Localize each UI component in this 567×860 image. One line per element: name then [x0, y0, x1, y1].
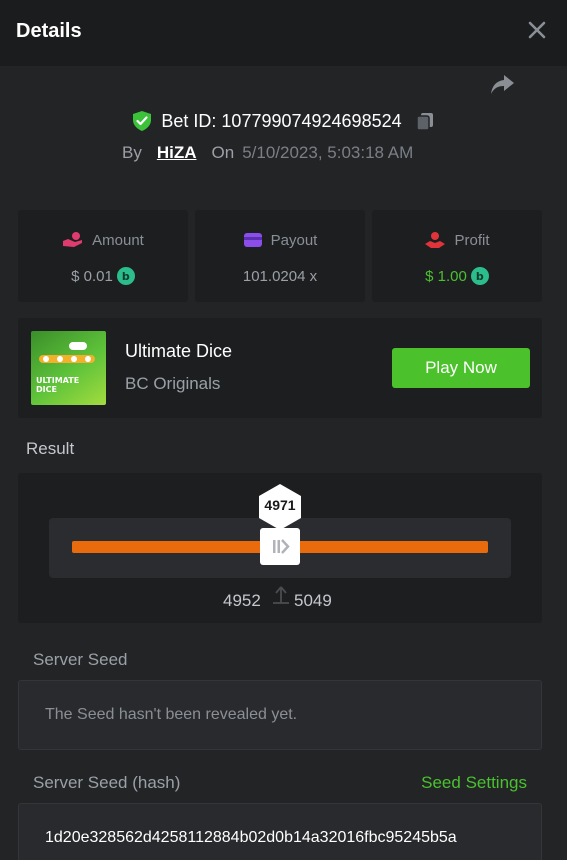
- game-provider: BC Originals: [125, 374, 221, 393]
- bet-byline: By HiZA On 5/10/2023, 5:03:18 AM: [122, 142, 413, 164]
- game-thumbnail[interactable]: ULTIMATE DICE: [31, 331, 106, 405]
- bc-coin-icon: b: [470, 267, 489, 285]
- arrow-up-icon: [273, 586, 289, 604]
- close-icon[interactable]: [525, 18, 549, 42]
- server-seed-label: Server Seed: [33, 650, 128, 669]
- on-label: On: [211, 143, 235, 162]
- thumb-slider-graphic: [39, 355, 95, 363]
- amount-value: $ 0.01: [71, 267, 113, 285]
- payout-value: 101.0204 x: [242, 267, 318, 285]
- play-now-button[interactable]: Play Now: [392, 348, 530, 388]
- thumb-title: ULTIMATE DICE: [36, 376, 80, 394]
- server-seed-message: The Seed hasn't been revealed yet.: [45, 706, 298, 723]
- profit-label: Profit: [454, 231, 490, 249]
- server-seed-box: The Seed hasn't been revealed yet.: [18, 680, 542, 750]
- thumb-badge: [69, 342, 87, 350]
- range-low: 4952: [223, 591, 261, 610]
- slider-handle[interactable]: [260, 528, 300, 565]
- bc-coin-icon: b: [116, 267, 135, 285]
- result-value: 4971: [264, 497, 296, 513]
- game-name[interactable]: Ultimate Dice: [125, 341, 232, 362]
- seed-settings-link[interactable]: Seed Settings: [421, 773, 527, 793]
- copy-icon[interactable]: [414, 110, 436, 132]
- slider-grip-icon: [273, 539, 290, 554]
- payout-card: Payout 101.0204 x: [195, 210, 365, 302]
- user-link[interactable]: HiZA: [157, 143, 197, 163]
- share-icon[interactable]: [488, 70, 516, 98]
- bet-id-row: Bet ID: 107799074924698524: [0, 108, 567, 134]
- game-card: ULTIMATE DICE Ultimate Dice BC Originals …: [18, 318, 542, 418]
- bet-id-text: Bet ID: 107799074924698524: [161, 111, 401, 132]
- amount-card: Amount $ 0.01 b: [18, 210, 188, 302]
- result-label: Result: [26, 439, 75, 458]
- page-title: Details: [16, 20, 82, 42]
- bet-date: 5/10/2023, 5:03:18 AM: [242, 143, 414, 162]
- payout-label: Payout: [270, 231, 318, 249]
- result-panel: 4971 4952 5049: [18, 473, 542, 623]
- details-header: Details: [0, 0, 567, 66]
- by-label: By: [122, 143, 142, 162]
- wallet-icon: [243, 233, 262, 247]
- range-high: 5049: [294, 591, 332, 610]
- server-seed-hash-value: 1d20e328562d4258112884b02d0b14a32016fbc9…: [45, 829, 457, 846]
- amount-label: Amount: [92, 231, 144, 249]
- profit-icon: [425, 232, 446, 248]
- server-seed-hash-box: 1d20e328562d4258112884b02d0b14a32016fbc9…: [18, 803, 542, 860]
- server-seed-hash-label: Server Seed (hash): [33, 773, 181, 792]
- bet-id-label: Bet ID:: [161, 110, 217, 131]
- bet-id-value: 107799074924698524: [221, 110, 402, 131]
- amount-icon: [63, 232, 83, 247]
- profit-value: $ 1.00: [425, 267, 467, 285]
- profit-card: Profit $ 1.00 b: [372, 210, 542, 302]
- verified-shield-icon: [133, 111, 152, 131]
